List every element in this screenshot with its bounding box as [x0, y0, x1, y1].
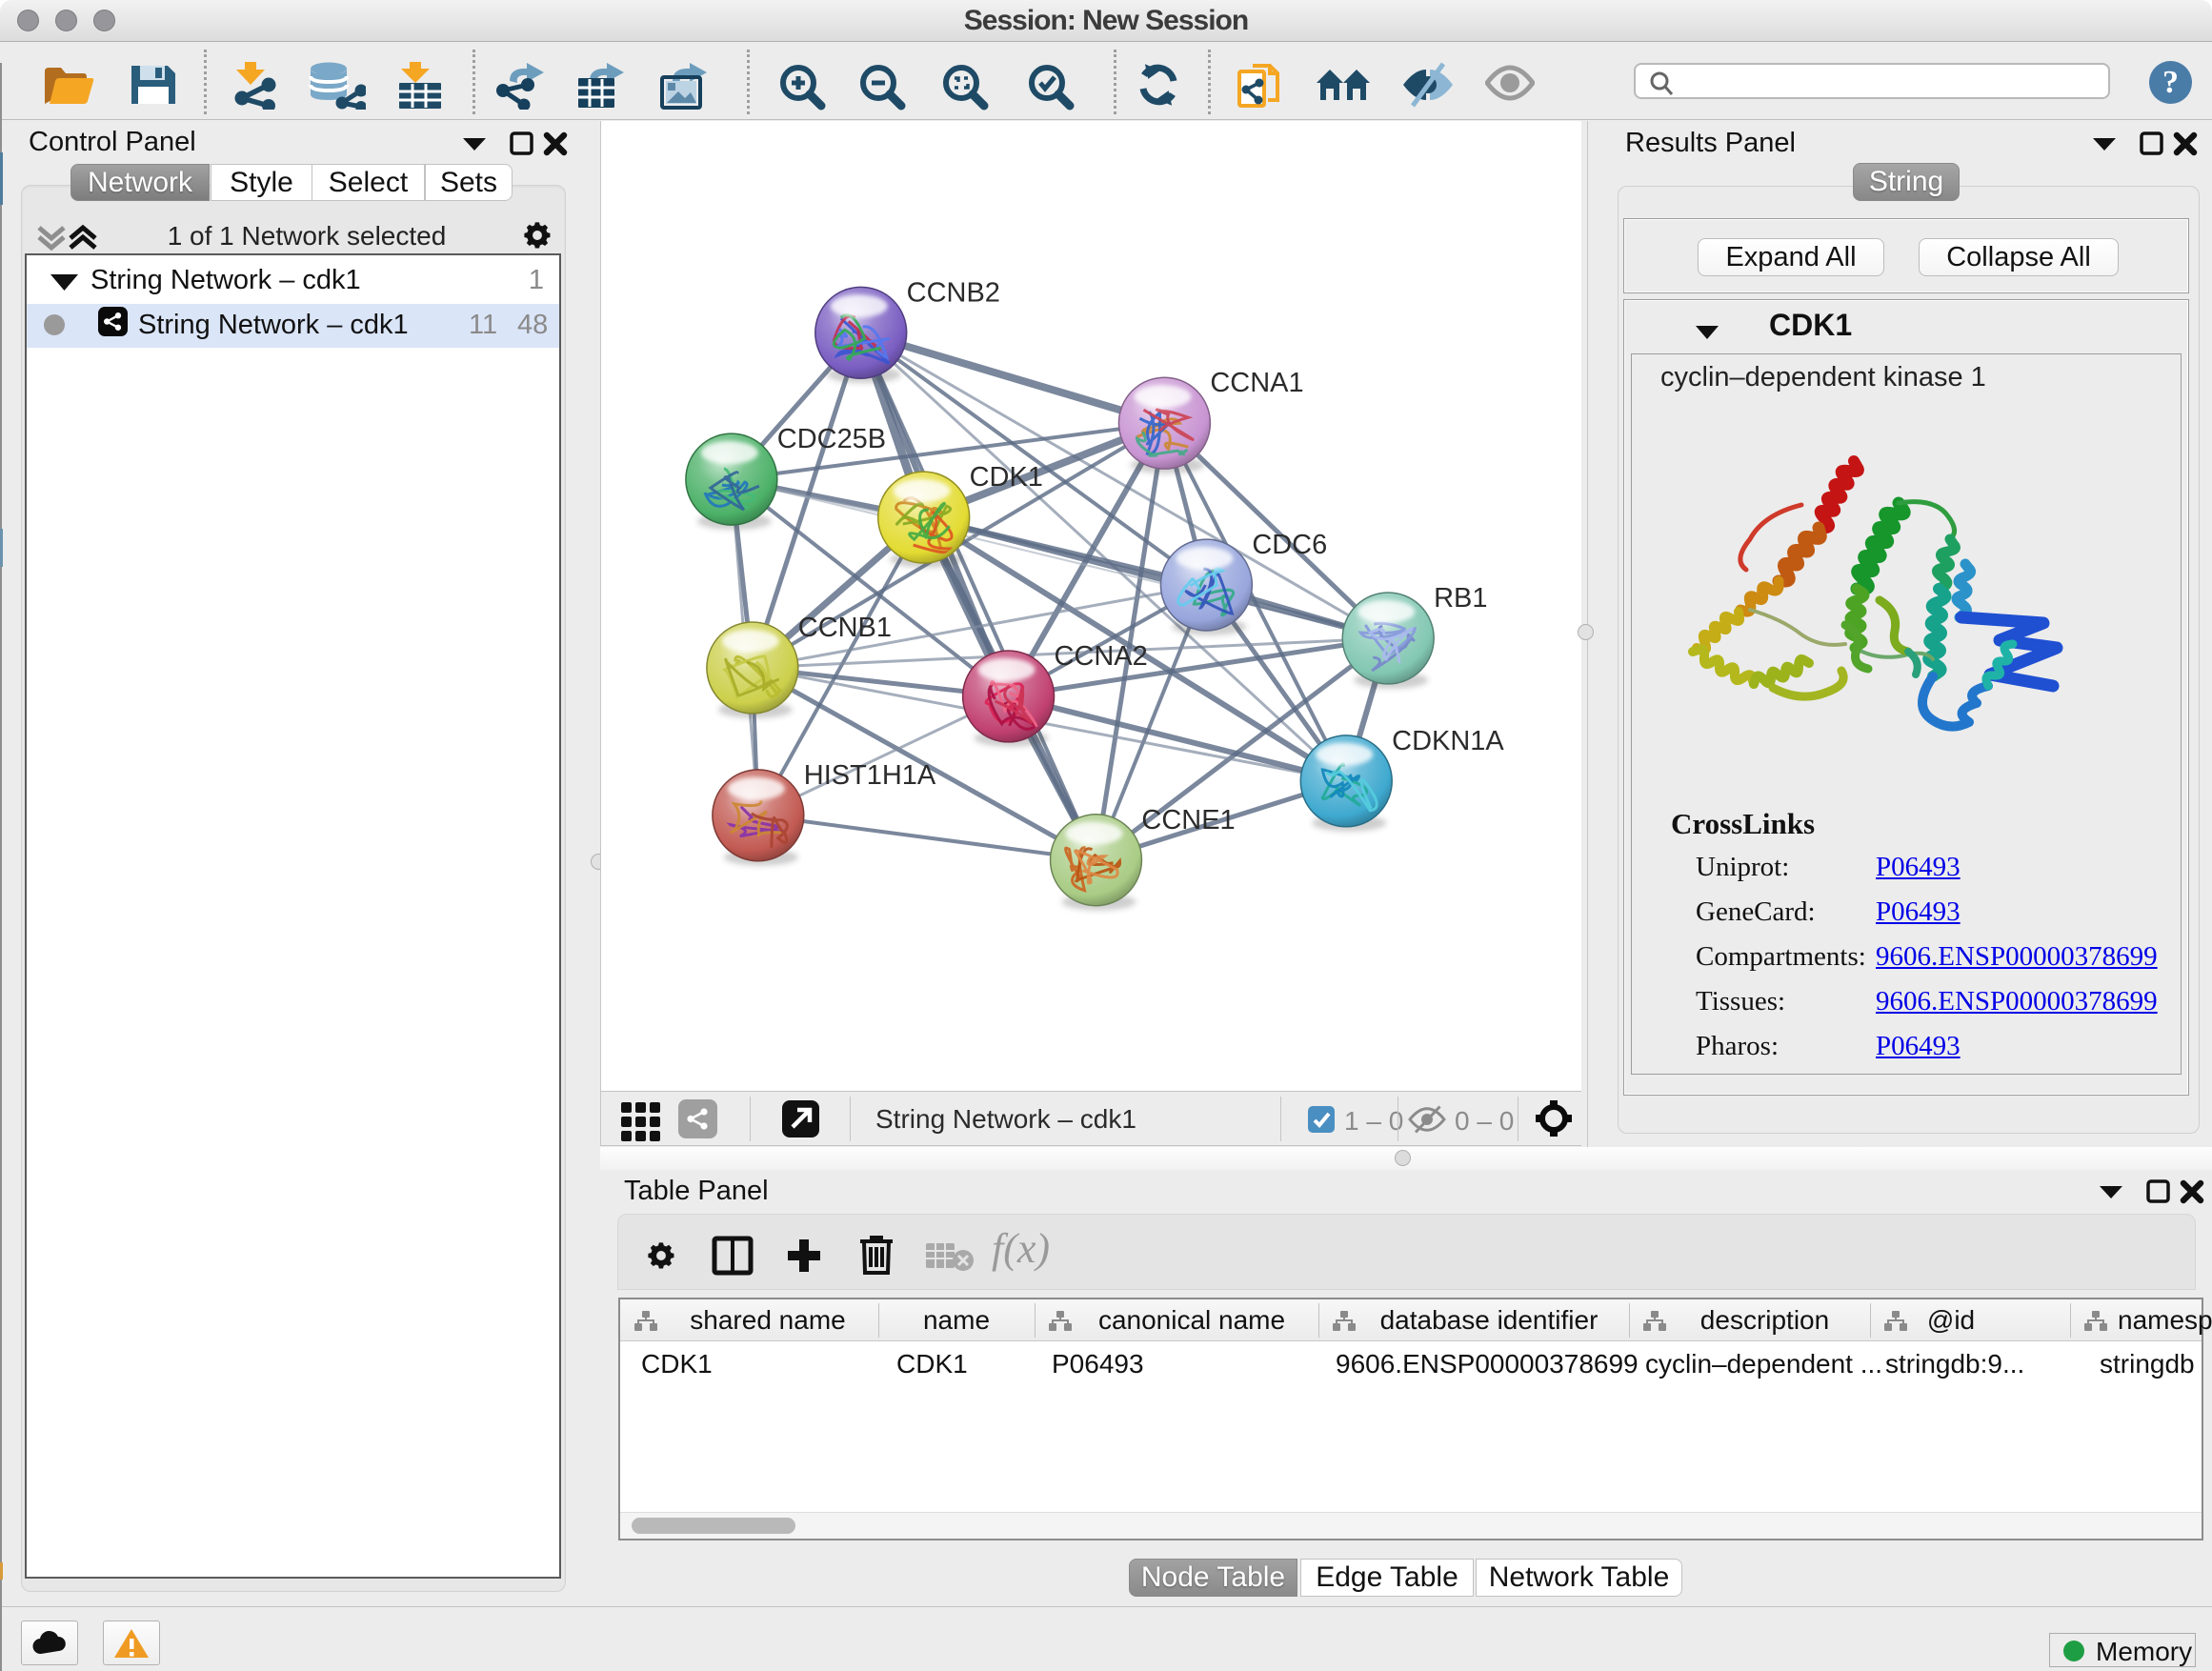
svg-text:RB1: RB1 — [1434, 583, 1487, 614]
svg-text:CCNB2: CCNB2 — [907, 277, 1000, 308]
svg-text:HIST1H1A: HIST1H1A — [804, 760, 936, 791]
svg-text:CCNE1: CCNE1 — [1141, 805, 1235, 836]
svg-text:CCNB1: CCNB1 — [798, 613, 892, 643]
svg-text:CCNA1: CCNA1 — [1210, 368, 1303, 398]
svg-text:CDC6: CDC6 — [1252, 530, 1327, 560]
svg-text:CDK1: CDK1 — [970, 462, 1043, 493]
svg-text:CCNA2: CCNA2 — [1055, 641, 1148, 672]
svg-text:CDKN1A: CDKN1A — [1392, 726, 1504, 756]
svg-text:CDC25B: CDC25B — [777, 424, 886, 454]
